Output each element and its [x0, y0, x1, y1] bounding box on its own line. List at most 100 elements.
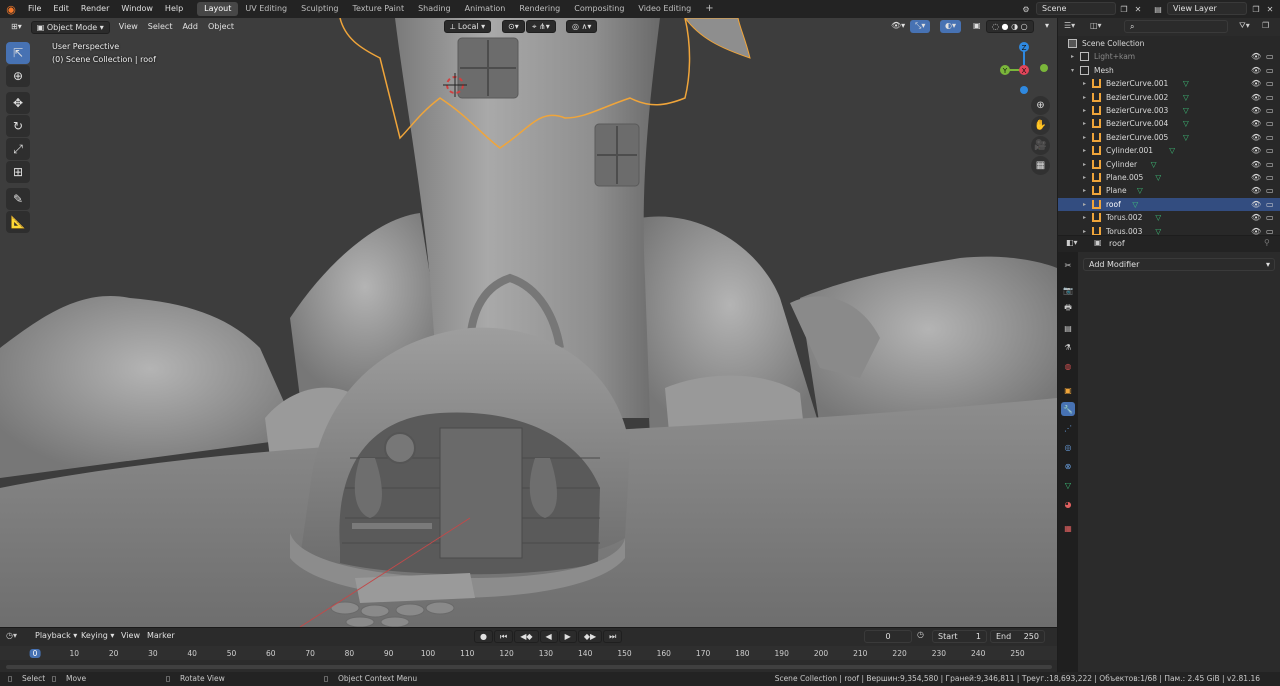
tab-rendering[interactable]: Rendering	[512, 2, 567, 16]
scene-tab-icon[interactable]: ⚗	[1061, 340, 1075, 354]
start-frame-field[interactable]: Start 1	[932, 630, 987, 643]
expand-arrow-icon[interactable]: ▸	[1083, 77, 1086, 90]
timeline-scrollbar[interactable]	[6, 665, 1052, 669]
eye-icon[interactable]: 👁	[1251, 198, 1261, 211]
menu-playback[interactable]: Playback ▾	[30, 630, 82, 643]
menu-marker[interactable]: Marker	[142, 630, 180, 643]
pivot-point-button[interactable]: ⊙▾	[502, 20, 525, 33]
outliner-row[interactable]: ▸ BezierCurve.003 ▽ 👁 ▭	[1058, 104, 1280, 117]
expand-arrow-icon[interactable]: ▸	[1083, 117, 1086, 130]
preview-range-icon[interactable]: ◷	[917, 630, 924, 639]
menu-help[interactable]: Help	[159, 0, 189, 18]
new-scene-icon[interactable]: ❐	[1118, 3, 1130, 15]
overlay-toggle-icon[interactable]: ◐▾	[940, 20, 961, 33]
tab-animation[interactable]: Animation	[458, 2, 513, 16]
curve-data-icon[interactable]: ▽	[1183, 104, 1189, 117]
eye-icon[interactable]: 👁	[1251, 184, 1261, 197]
curve-data-icon[interactable]: ▽	[1183, 117, 1189, 130]
menu-render[interactable]: Render	[75, 0, 115, 18]
menu-keying[interactable]: Keying ▾	[76, 630, 119, 643]
annotate-tool-icon[interactable]: ✎	[6, 188, 30, 210]
new-collection-icon[interactable]: ❐	[1262, 21, 1269, 30]
add-workspace-button[interactable]: +	[698, 2, 720, 16]
record-icon[interactable]: ●	[474, 630, 493, 643]
tab-video-editing[interactable]: Video Editing	[631, 2, 698, 16]
menu-view-timeline[interactable]: View	[116, 630, 145, 643]
monitor-icon[interactable]: ▭	[1266, 184, 1274, 197]
mesh-data-icon[interactable]: ▽	[1155, 211, 1161, 224]
eye-icon[interactable]: 👁	[1251, 158, 1261, 171]
next-key-icon[interactable]: ◆▶	[577, 630, 603, 643]
expand-arrow-icon[interactable]: ▸	[1083, 171, 1086, 184]
expand-arrow-icon[interactable]: ▸	[1083, 144, 1086, 157]
jump-end-icon[interactable]: ⏭	[603, 630, 623, 643]
outliner-row[interactable]: ▸ BezierCurve.002 ▽ 👁 ▭	[1058, 91, 1280, 104]
monitor-icon[interactable]: ▭	[1266, 171, 1274, 184]
shading-options-icon[interactable]: ▾	[1040, 20, 1054, 33]
outliner-row[interactable]: Scene Collection	[1058, 37, 1280, 50]
monitor-icon[interactable]: ▭	[1266, 91, 1274, 104]
add-modifier-dropdown[interactable]: Add Modifier ▾	[1083, 258, 1275, 271]
constraints-tab-icon[interactable]: ⊗	[1061, 459, 1075, 473]
outliner-row[interactable]: ▸ Plane ▽ 👁 ▭	[1058, 184, 1280, 197]
mesh-data-icon[interactable]: ▽	[1151, 158, 1157, 171]
expand-arrow-icon[interactable]: ▸	[1083, 211, 1086, 224]
play-reverse-icon[interactable]: ◀	[539, 630, 558, 643]
monitor-icon[interactable]: ▭	[1266, 211, 1274, 224]
eye-icon[interactable]: 👁	[1251, 117, 1261, 130]
rotate-tool-icon[interactable]: ↻	[6, 115, 30, 137]
tab-sculpting[interactable]: Sculpting	[294, 2, 345, 16]
tab-layout[interactable]: Layout	[197, 2, 239, 16]
monitor-icon[interactable]: ▭	[1266, 158, 1274, 171]
curve-data-icon[interactable]: ▽	[1183, 77, 1189, 90]
eye-icon[interactable]: 👁	[1251, 77, 1261, 90]
xray-toggle-icon[interactable]: ▣	[968, 20, 986, 33]
eye-icon[interactable]: 👁	[1251, 64, 1261, 77]
monitor-icon[interactable]: ▭	[1266, 198, 1274, 211]
solid-shading-icon[interactable]: ●	[1002, 22, 1009, 31]
proportional-edit-button[interactable]: ◎ ∧▾	[566, 20, 598, 33]
menu-edit[interactable]: Edit	[47, 0, 75, 18]
delete-view-layer-icon[interactable]: ✕	[1264, 3, 1276, 15]
pin-icon[interactable]: ⚲	[1264, 238, 1270, 247]
tab-compositing[interactable]: Compositing	[567, 2, 631, 16]
camera-view-icon[interactable]: 🎥	[1031, 136, 1050, 155]
tab-shading[interactable]: Shading	[411, 2, 458, 16]
expand-arrow-icon[interactable]: ▸	[1083, 225, 1086, 235]
modifier-tab-icon[interactable]: 🔧	[1061, 402, 1075, 416]
tab-texture-paint[interactable]: Texture Paint	[345, 2, 411, 16]
monitor-icon[interactable]: ▭	[1266, 117, 1274, 130]
expand-arrow-icon[interactable]: ▸	[1083, 131, 1086, 144]
mesh-data-icon[interactable]: ▽	[1137, 184, 1143, 197]
tool-tab-icon[interactable]: ✂	[1061, 258, 1075, 272]
current-frame-marker[interactable]: 0	[29, 649, 41, 658]
monitor-icon[interactable]: ▭	[1266, 104, 1274, 117]
end-frame-field[interactable]: End 250	[990, 630, 1045, 643]
mesh-data-icon[interactable]: ▽	[1132, 198, 1138, 211]
outliner-row[interactable]: ▸ Torus.003 ▽ 👁 ▭	[1058, 225, 1280, 235]
eye-icon[interactable]: 👁	[1251, 131, 1261, 144]
outliner-row[interactable]: ▸ Light+kam 👁 ▭	[1058, 50, 1280, 63]
snap-button[interactable]: ⌖ ⋔▾	[526, 20, 556, 33]
move-tool-icon[interactable]: ✥	[6, 92, 30, 114]
monitor-icon[interactable]: ▭	[1266, 225, 1274, 235]
curve-data-icon[interactable]: ▽	[1183, 91, 1189, 104]
outliner-row[interactable]: ▾ Mesh 👁 ▭	[1058, 64, 1280, 77]
tab-uv-editing[interactable]: UV Editing	[238, 2, 294, 16]
expand-arrow-icon[interactable]: ▸	[1083, 104, 1086, 117]
eye-icon[interactable]: 👁	[1251, 50, 1261, 63]
mesh-data-icon[interactable]: ▽	[1155, 225, 1161, 235]
timeline-editor-icon[interactable]: ◷▾	[6, 631, 17, 640]
material-shading-icon[interactable]: ◑	[1011, 22, 1018, 31]
eye-icon[interactable]: 👁	[1251, 104, 1261, 117]
rendered-shading-icon[interactable]: ○	[1021, 22, 1028, 31]
render-tab-icon[interactable]: 📷	[1061, 283, 1075, 297]
outliner-row[interactable]: ▸ roof ▽ 👁 ▭	[1058, 197, 1280, 211]
outliner-row[interactable]: ▸ BezierCurve.001 ▽ 👁 ▭	[1058, 77, 1280, 90]
expand-arrow-icon[interactable]: ▸	[1083, 91, 1086, 104]
new-view-layer-icon[interactable]: ❐	[1250, 3, 1262, 15]
scene-render[interactable]	[0, 18, 1057, 627]
expand-arrow-icon[interactable]: ▸	[1071, 50, 1074, 63]
menu-window[interactable]: Window	[115, 0, 159, 18]
jump-start-icon[interactable]: ⏮	[493, 630, 514, 643]
